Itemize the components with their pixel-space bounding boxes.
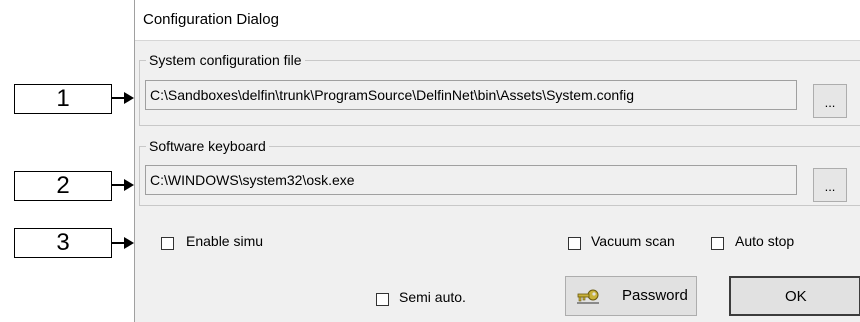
system-config-browse-button[interactable]: ... [813,84,847,118]
system-config-legend: System configuration file [149,52,302,68]
vacuum-scan-checkbox[interactable] [568,237,581,250]
callout-1-arrow [112,92,134,104]
vacuum-scan-label: Vacuum scan [591,233,675,249]
enable-simu-label: Enable simu [186,233,264,249]
callout-2: 2 [14,171,112,201]
ok-button[interactable]: OK [729,276,860,316]
title-bar: Configuration Dialog [135,0,860,41]
dialog-title: Configuration Dialog [143,11,279,28]
software-keyboard-path-field[interactable]: C:\WINDOWS\system32\osk.exe [145,165,797,195]
enable-simu-checkbox[interactable] [161,237,174,250]
configuration-dialog: Configuration Dialog System configuratio… [134,0,860,322]
callout-1: 1 [14,84,112,114]
ok-label: OK [785,288,807,305]
auto-stop-label: Auto stop [735,233,795,249]
semi-auto-checkbox[interactable] [376,293,389,306]
callout-2-arrow [112,179,134,191]
system-config-path-field[interactable]: C:\Sandboxes\delfin\trunk\ProgramSource\… [145,80,797,110]
key-icon [576,289,600,309]
software-keyboard-legend: Software keyboard [149,138,266,154]
password-button[interactable]: Password [565,276,697,316]
password-label: Password [622,287,688,304]
semi-auto-label: Semi auto. [399,289,466,305]
callout-3: 3 [14,228,112,258]
callout-3-arrow [112,237,134,249]
software-keyboard-browse-button[interactable]: ... [813,168,847,202]
auto-stop-checkbox[interactable] [711,237,724,250]
